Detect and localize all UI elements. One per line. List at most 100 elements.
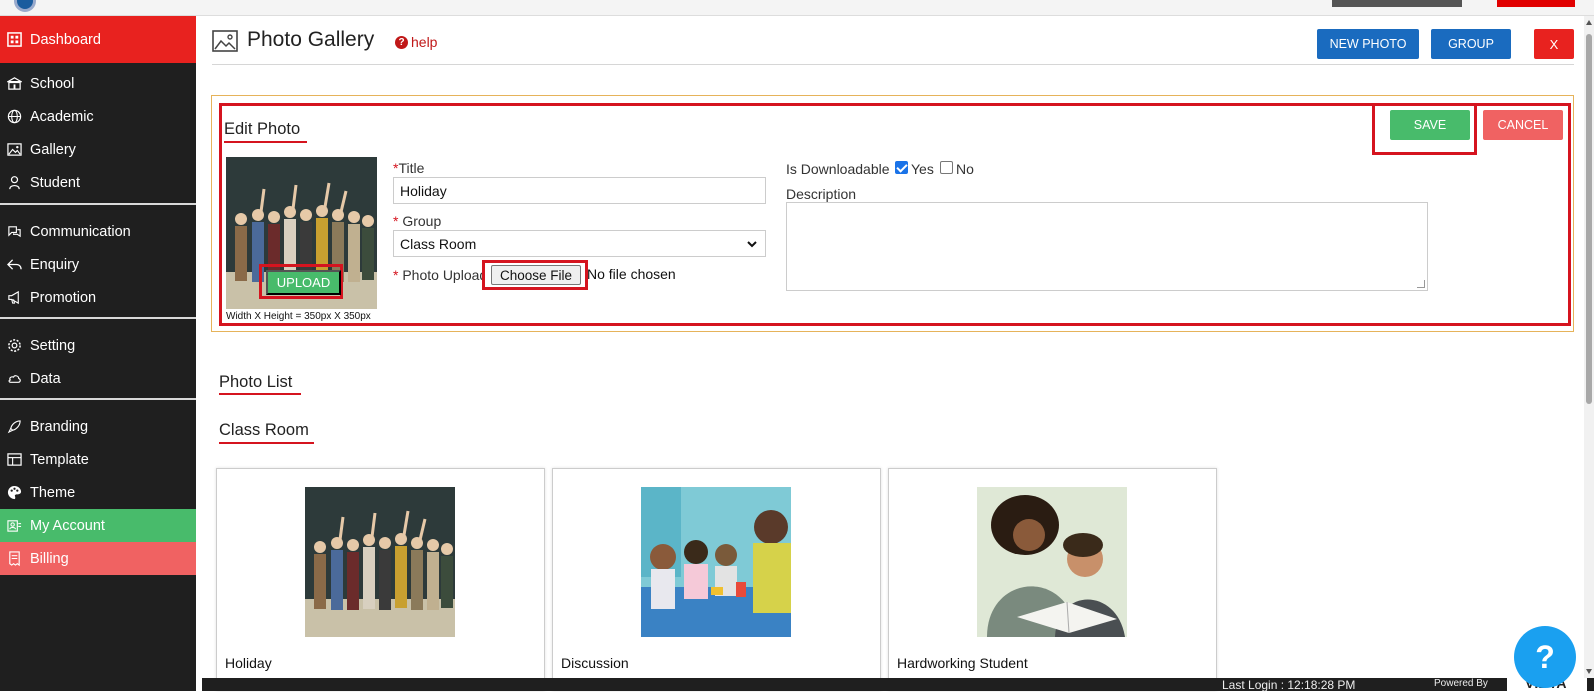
- title-input[interactable]: Holiday: [393, 177, 766, 204]
- file-status: No file chosen: [587, 266, 676, 282]
- top-dark-button[interactable]: [1332, 0, 1462, 7]
- page-title: Photo Gallery: [247, 28, 375, 51]
- sidebar-item-branding[interactable]: Branding: [0, 410, 196, 443]
- chevron-down-icon: [747, 241, 757, 248]
- photo-upload-label: * Photo Upload: [393, 267, 483, 283]
- account-icon: [0, 518, 30, 533]
- resize-handle[interactable]: [1417, 280, 1425, 288]
- sidebar-item-label: Dashboard: [30, 31, 101, 48]
- title-label: *Title: [393, 160, 425, 176]
- rocket-icon: [0, 419, 30, 434]
- photo-card[interactable]: Holiday: [216, 468, 545, 691]
- sidebar-item-communication[interactable]: Communication: [0, 215, 196, 248]
- sidebar-item-student[interactable]: Student: [0, 166, 196, 199]
- scrollbar-thumb[interactable]: [1586, 34, 1592, 404]
- title-underline: [224, 141, 307, 143]
- last-login: Last Login : 12:18:28 PM: [1222, 678, 1356, 692]
- sidebar-item-label: Promotion: [30, 289, 97, 306]
- sidebar-item-label: Data: [30, 370, 61, 387]
- sidebar-item-label: Theme: [30, 484, 76, 501]
- header-divider: [212, 64, 1574, 65]
- sidebar: Dashboard School Academic Gallery Studen…: [0, 16, 196, 691]
- sidebar-item-billing[interactable]: Billing: [0, 542, 196, 575]
- logo-icon[interactable]: [14, 0, 36, 12]
- sidebar-item-label: Enquiry: [30, 256, 80, 273]
- photo-caption: Discussion: [561, 655, 629, 671]
- group-select-value: Class Room: [400, 235, 477, 252]
- photo-list-title: Photo List: [219, 373, 293, 391]
- sidebar-item-label: Gallery: [30, 141, 76, 158]
- sidebar-item-label: Student: [30, 174, 80, 191]
- yes-label: Yes: [911, 161, 934, 177]
- group-label: * Group: [393, 213, 442, 229]
- scrollbar[interactable]: [1584, 16, 1594, 678]
- scroll-down-icon[interactable]: [1586, 669, 1592, 674]
- help-fab-button[interactable]: ?: [1514, 626, 1576, 688]
- description-label: Description: [786, 186, 857, 202]
- edit-photo-title: Edit Photo: [224, 120, 301, 138]
- downloadable-label: Is Downloadable: [786, 161, 890, 177]
- sidebar-divider: [0, 317, 196, 319]
- group-select[interactable]: Class Room: [393, 230, 766, 257]
- sidebar-item-label: Branding: [30, 418, 89, 435]
- photo-card[interactable]: Hardworking Student: [888, 468, 1217, 691]
- description-textarea[interactable]: [786, 202, 1428, 291]
- sidebar-item-enquiry[interactable]: Enquiry: [0, 248, 196, 281]
- sidebar-item-label: Setting: [30, 337, 76, 354]
- dashboard-icon: [0, 32, 30, 47]
- photo-thumbnail: [305, 487, 455, 637]
- sidebar-item-my-account[interactable]: My Account: [0, 509, 196, 542]
- sidebar-divider: [0, 203, 196, 205]
- sidebar-divider: [0, 398, 196, 400]
- group-title: Class Room: [219, 421, 309, 439]
- cancel-button[interactable]: CANCEL: [1483, 110, 1563, 140]
- save-button[interactable]: SAVE: [1390, 110, 1470, 140]
- sidebar-item-label: My Account: [30, 517, 105, 534]
- new-photo-button[interactable]: NEW PHOTO: [1317, 29, 1419, 59]
- choose-file-button[interactable]: Choose File: [491, 265, 581, 285]
- help-label: help: [411, 34, 438, 50]
- photo-caption: Holiday: [225, 655, 272, 671]
- megaphone-icon: [0, 290, 30, 305]
- sidebar-item-label: Billing: [30, 550, 69, 567]
- sidebar-item-template[interactable]: Template: [0, 443, 196, 476]
- globe-icon: [0, 109, 30, 124]
- sidebar-item-label: Communication: [30, 223, 131, 240]
- sidebar-item-promotion[interactable]: Promotion: [0, 281, 196, 314]
- billing-icon: [0, 551, 30, 566]
- downloadable-no-checkbox[interactable]: [940, 161, 953, 174]
- gallery-icon: [212, 30, 238, 52]
- image-icon: [0, 142, 30, 157]
- cloud-icon: [0, 371, 30, 386]
- student-icon: [0, 175, 30, 190]
- powered-by: Powered By: [1434, 678, 1488, 689]
- sidebar-item-label: Academic: [30, 108, 94, 125]
- downloadable-yes-checkbox[interactable]: [895, 161, 908, 174]
- palette-icon: [0, 485, 30, 500]
- sidebar-item-label: Template: [30, 451, 89, 468]
- sidebar-item-label: School: [30, 75, 75, 92]
- photo-thumbnail: [641, 487, 791, 637]
- group-button[interactable]: GROUP: [1431, 29, 1511, 59]
- photo-card[interactable]: Discussion: [552, 468, 881, 691]
- sidebar-item-theme[interactable]: Theme: [0, 476, 196, 509]
- photo-thumbnail: [977, 487, 1127, 637]
- scroll-up-icon[interactable]: [1586, 20, 1592, 25]
- sidebar-item-academic[interactable]: Academic: [0, 100, 196, 133]
- sidebar-item-setting[interactable]: Setting: [0, 329, 196, 362]
- top-red-button[interactable]: [1497, 0, 1575, 7]
- communication-icon: [0, 224, 30, 239]
- school-icon: [0, 76, 30, 91]
- help-link[interactable]: ? help: [395, 34, 437, 50]
- top-strip: [0, 0, 1594, 16]
- close-button[interactable]: X: [1534, 29, 1574, 59]
- sidebar-item-gallery[interactable]: Gallery: [0, 133, 196, 166]
- help-icon: ?: [395, 35, 408, 49]
- footer: Last Login : 12:18:28 PM Powered By VIDY…: [202, 675, 1594, 692]
- sidebar-item-school[interactable]: School: [0, 67, 196, 100]
- sidebar-item-data[interactable]: Data: [0, 362, 196, 395]
- no-label: No: [956, 161, 974, 177]
- title-underline: [219, 393, 301, 395]
- sidebar-item-dashboard[interactable]: Dashboard: [0, 16, 196, 63]
- upload-button[interactable]: UPLOAD: [266, 270, 341, 295]
